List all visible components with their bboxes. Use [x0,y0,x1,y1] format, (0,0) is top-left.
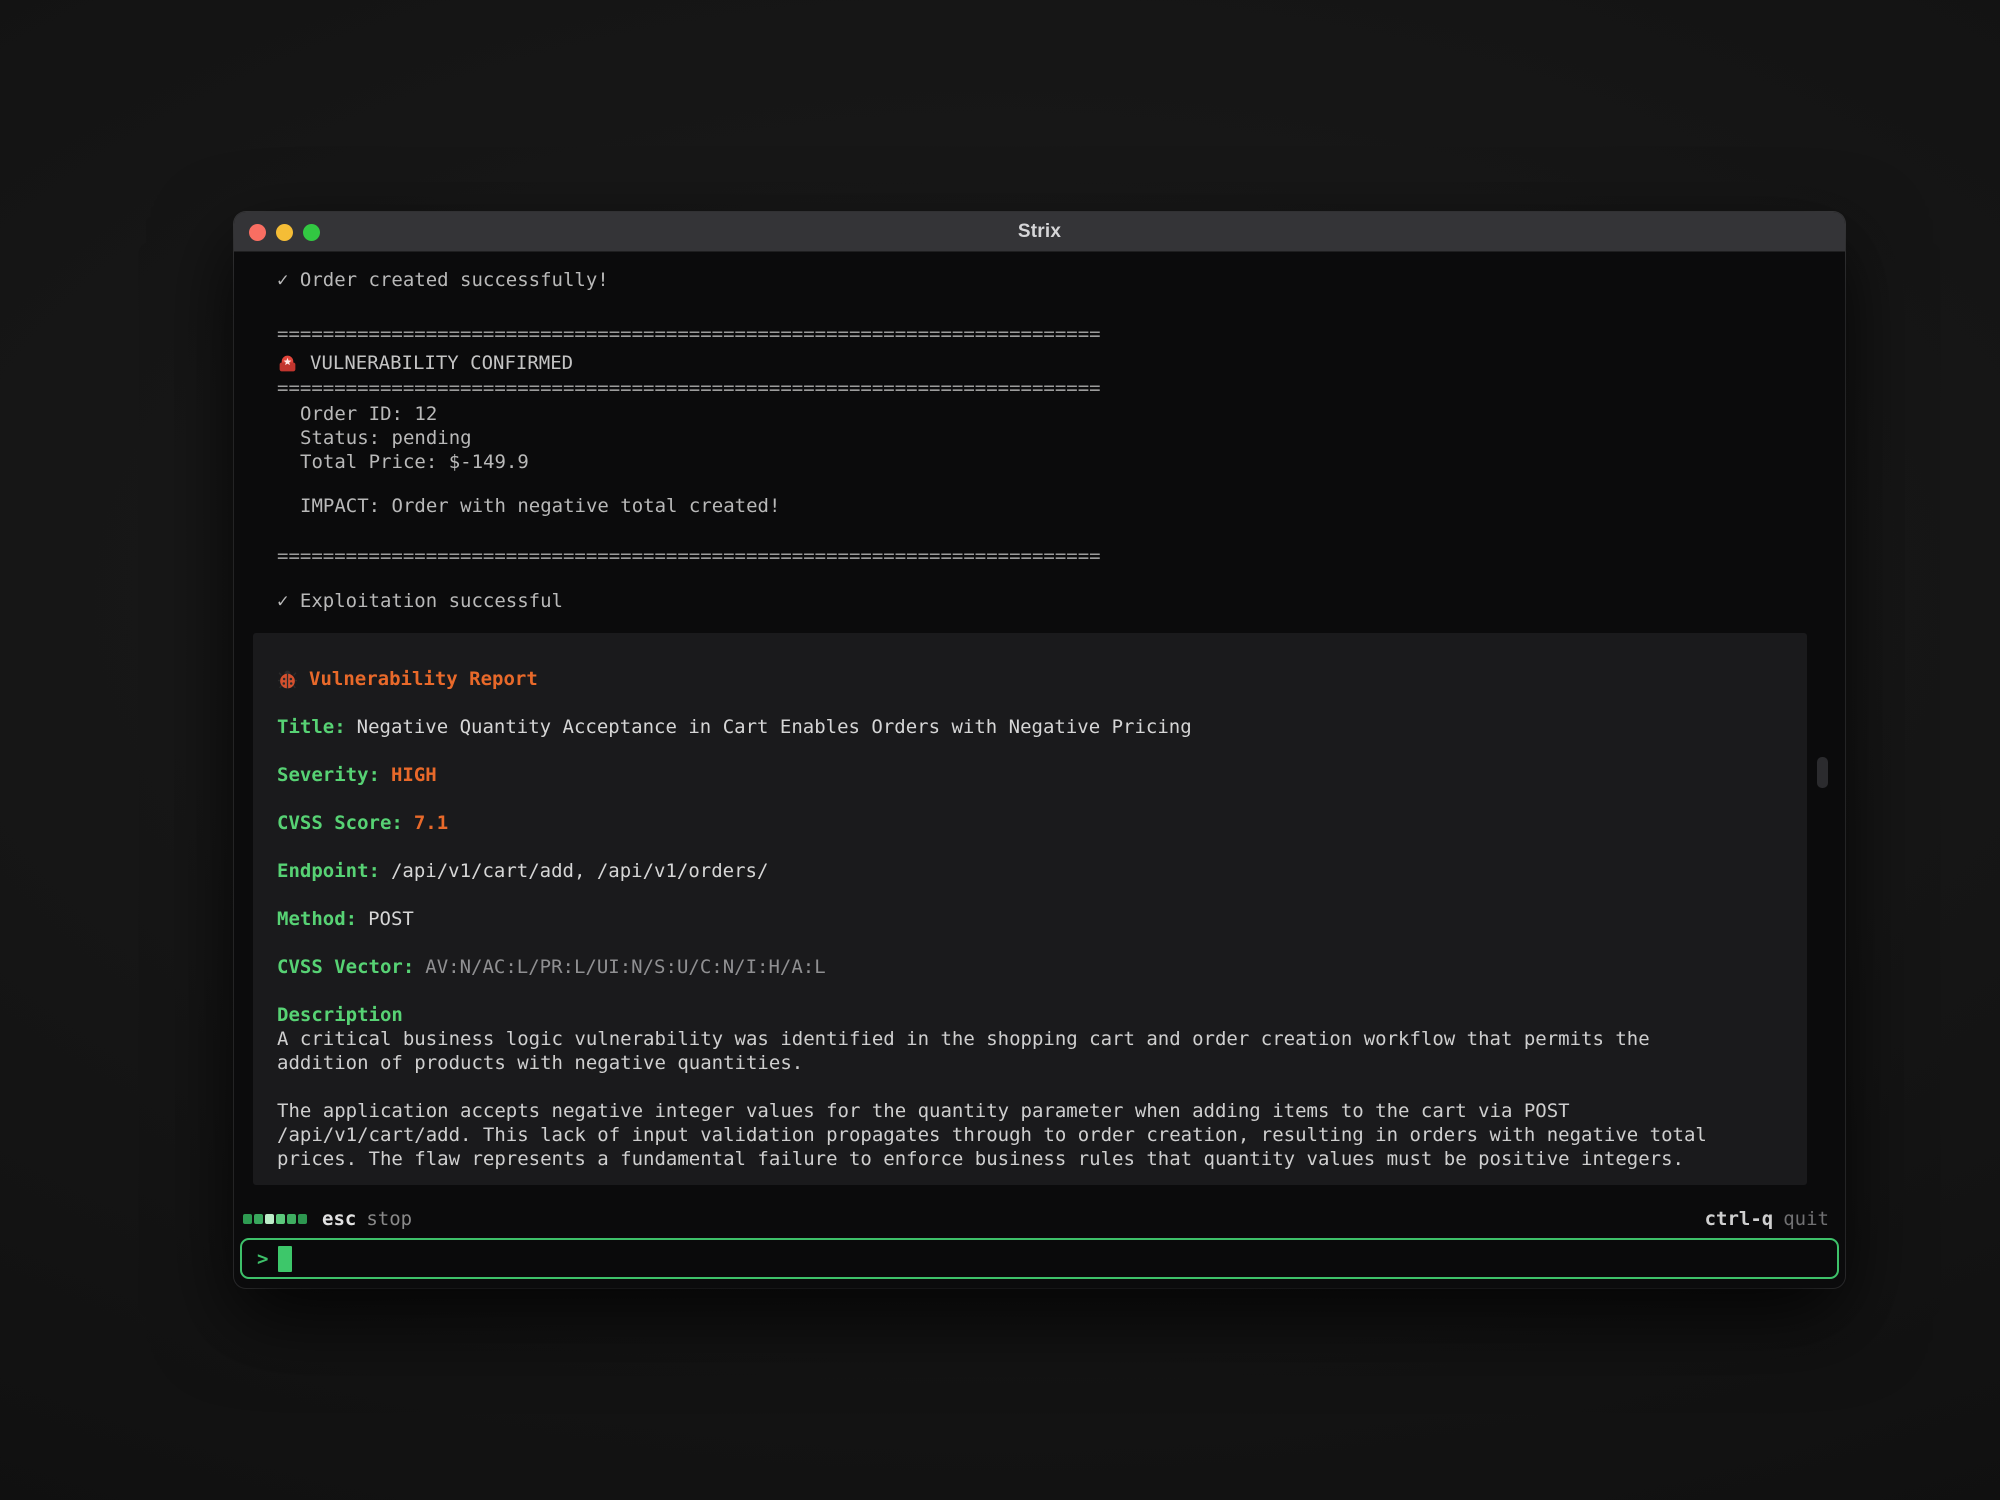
method-value: POST [368,908,414,930]
description-paragraph: A critical business logic vulnerability … [277,1027,1732,1075]
window-titlebar: Strix [234,212,1845,252]
order-total-line: Total Price: $-149.9 [234,450,1845,474]
status-bar: esc stop ctrl-q quit [234,1200,1845,1238]
field-cvss-score-label: CVSS Score: [277,812,403,834]
field-method: Method: POST [277,907,1732,931]
vulnerability-confirmed-label: VULNERABILITY CONFIRMED [310,351,573,375]
prompt-symbol: > [257,1248,268,1270]
ctrl-q-key-hint: ctrl-q [1705,1208,1774,1230]
field-cvss-vector-label: CVSS Vector: [277,956,414,978]
field-title: Title: Negative Quantity Acceptance in Ca… [277,715,1732,739]
vulnerability-report-panel: Vulnerability Report Title: Negative Quan… [253,633,1807,1185]
field-endpoint: Endpoint: /api/v1/cart/add, /api/v1/order… [277,859,1732,883]
bug-icon [277,669,298,690]
minimize-button-icon[interactable] [276,224,293,241]
scrollbar-thumb[interactable] [1817,757,1828,788]
description-heading: Description [277,1003,1732,1027]
separator-line: ========================================… [234,322,1845,346]
field-title-label: Title: [277,716,346,738]
command-input[interactable]: > [240,1238,1839,1279]
strix-terminal-window: Strix ✓ Order created successfully! ====… [234,212,1845,1288]
order-id-line: Order ID: 12 [234,402,1845,426]
exploitation-success-line: ✓ Exploitation successful [234,589,1845,613]
endpoint-value: /api/v1/cart/add, /api/v1/orders/ [391,860,769,882]
cvss-score-value: 7.1 [414,812,448,834]
spinner-icon [243,1214,307,1224]
order-success-line: ✓ Order created successfully! [234,268,1845,292]
siren-icon [277,353,298,374]
field-severity: Severity: HIGH [277,763,1732,787]
separator-line: ========================================… [234,544,1845,568]
close-button-icon[interactable] [249,224,266,241]
window-title: Strix [1018,221,1061,243]
text-cursor [278,1246,292,1272]
window-controls [249,212,320,252]
cvss-vector-value: AV:N/AC:L/PR:L/UI:N/S:U/C:N/I:H/A:L [425,956,825,978]
quit-hint: ctrl-q quit [1705,1208,1829,1230]
report-title: Vulnerability Report [309,667,538,691]
field-title-value: Negative Quantity Acceptance in Cart Ena… [357,716,1192,738]
separator-line: ========================================… [234,376,1845,400]
terminal-output[interactable]: ✓ Order created successfully! ==========… [234,252,1845,1200]
esc-action-label: stop [366,1208,412,1230]
zoom-button-icon[interactable] [303,224,320,241]
field-severity-label: Severity: [277,764,380,786]
vulnerability-confirmed-banner: VULNERABILITY CONFIRMED [234,350,1845,376]
description-paragraph: The application accepts negative integer… [277,1099,1732,1171]
field-endpoint-label: Endpoint: [277,860,380,882]
quit-action-label: quit [1783,1208,1829,1230]
severity-badge: HIGH [391,764,437,786]
impact-line: IMPACT: Order with negative total create… [234,494,1845,518]
esc-key-hint: esc [322,1208,356,1230]
field-method-label: Method: [277,908,357,930]
field-cvss-score: CVSS Score: 7.1 [277,811,1732,835]
order-status-line: Status: pending [234,426,1845,450]
report-heading: Vulnerability Report [277,667,1732,691]
field-cvss-vector: CVSS Vector: AV:N/AC:L/PR:L/UI:N/S:U/C:N/… [277,955,1732,979]
